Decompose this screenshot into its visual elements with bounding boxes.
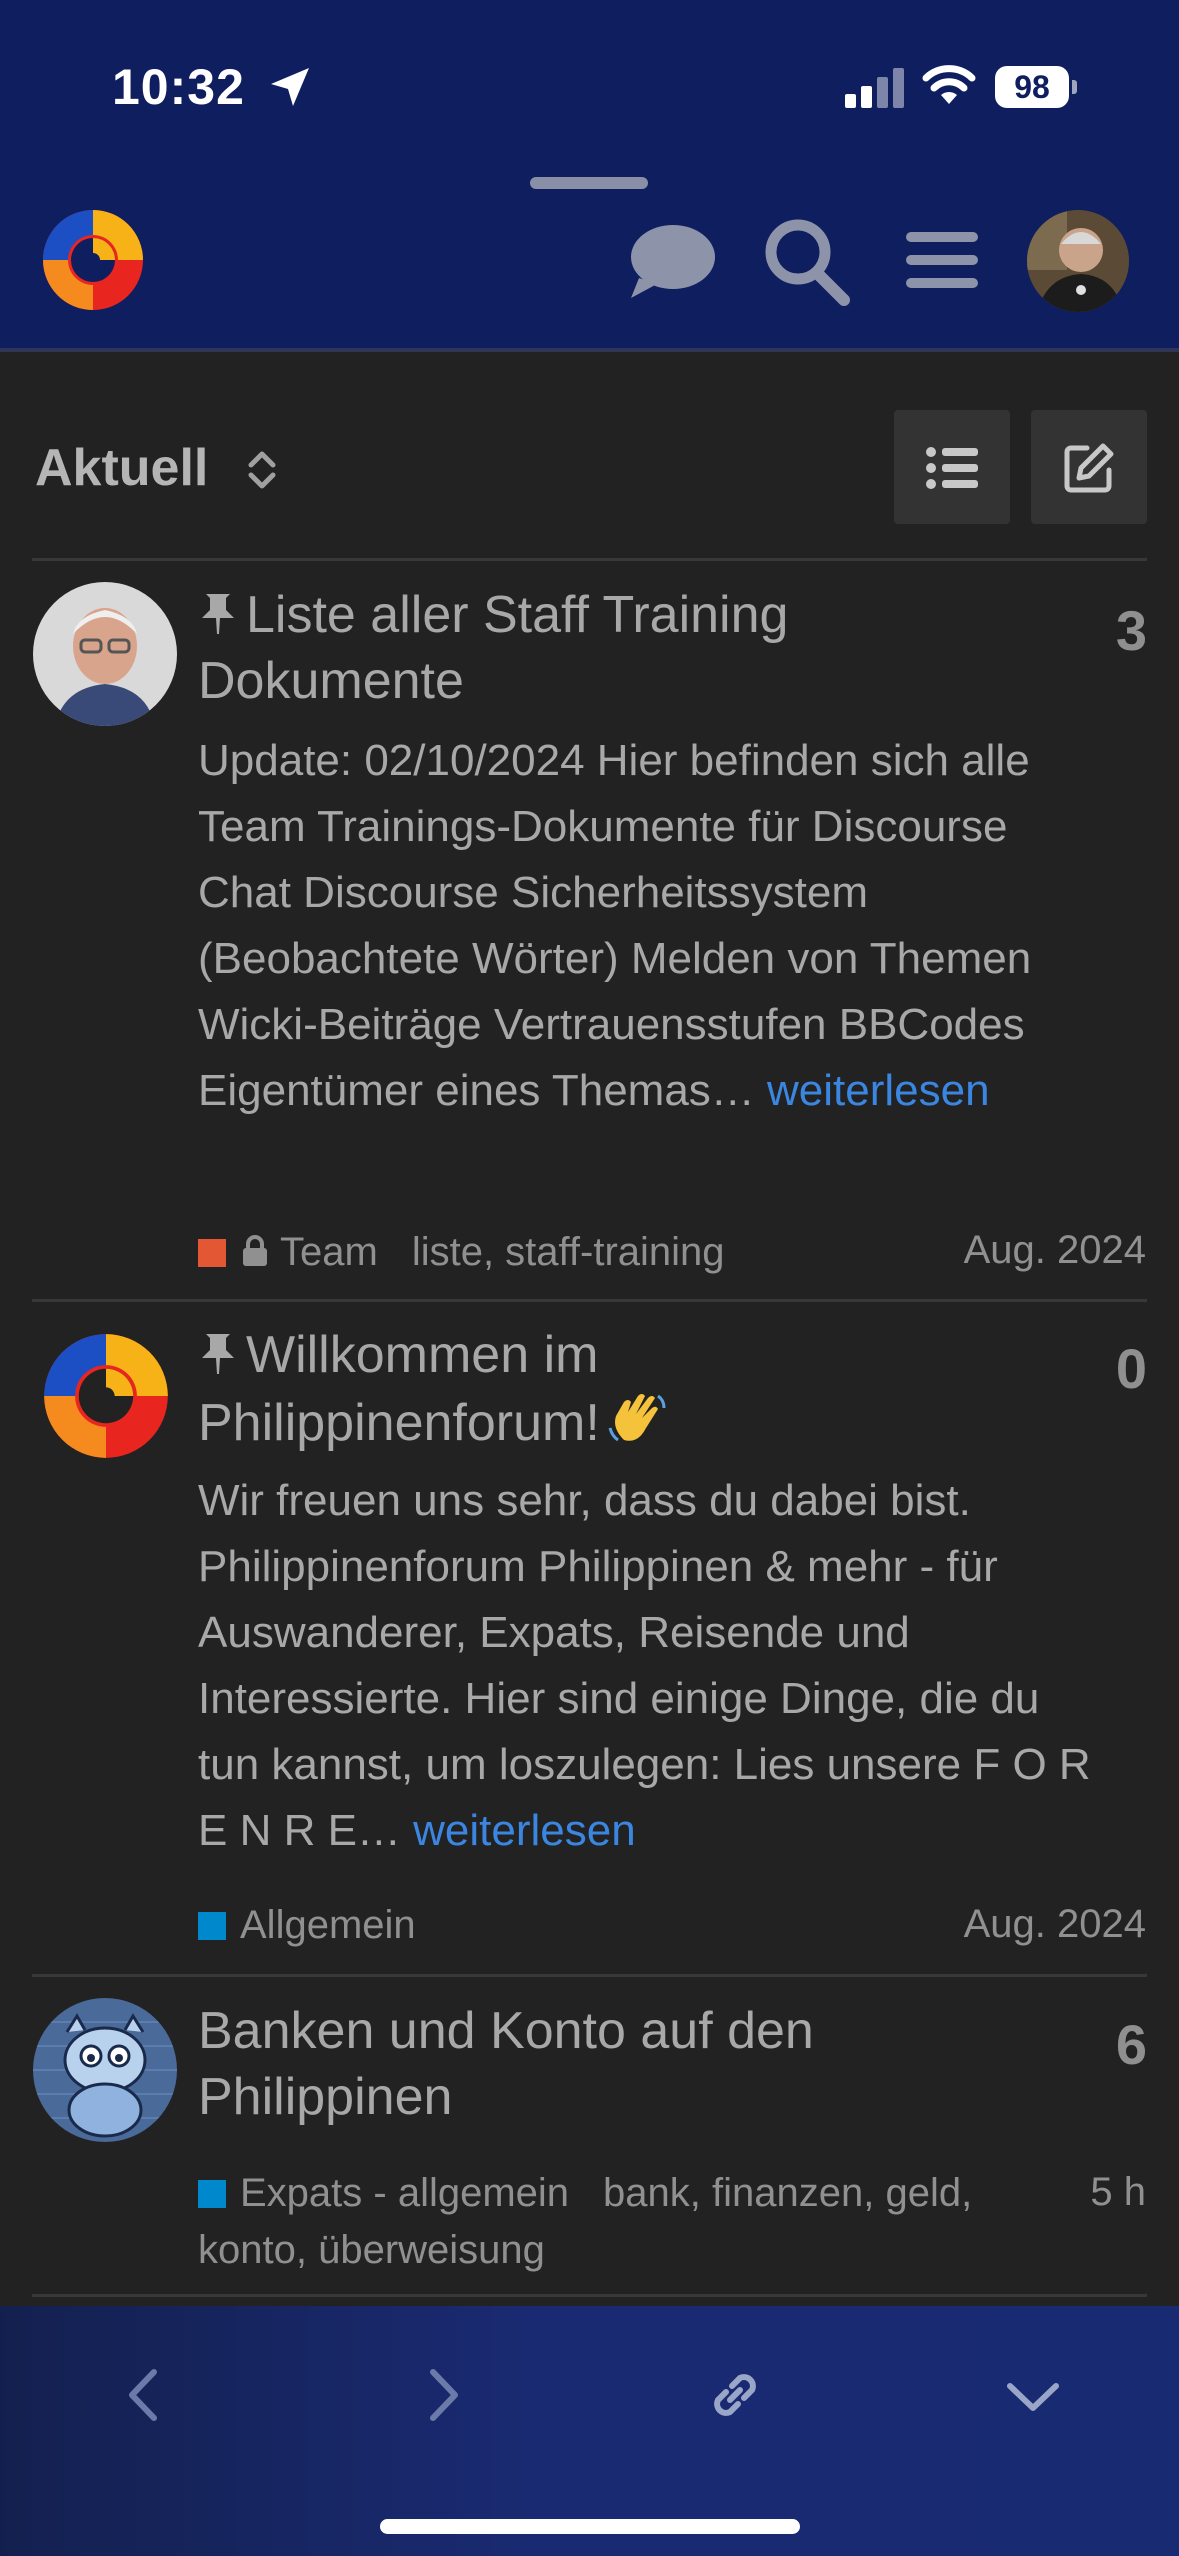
topic-author-avatar[interactable] xyxy=(33,1998,177,2142)
topic-meta: Team liste, staff-training xyxy=(198,1230,725,1275)
topic-meta: Expats - allgemein bank, finanzen, geld, xyxy=(198,2171,972,2216)
list-icon xyxy=(926,447,978,489)
search-icon[interactable] xyxy=(758,210,854,310)
forum-swirl-avatar[interactable] xyxy=(38,1328,174,1464)
category-link[interactable]: Expats - allgemein xyxy=(240,2171,569,2215)
category-link[interactable]: Team xyxy=(280,1230,378,1274)
home-indicator[interactable] xyxy=(380,2519,800,2534)
category-color-badge xyxy=(198,1912,226,1940)
list-divider xyxy=(32,1974,1147,1977)
edit-icon xyxy=(1064,443,1114,493)
category-link[interactable]: Allgemein xyxy=(240,1903,416,1947)
user-avatar-image xyxy=(1027,210,1129,312)
app-header xyxy=(0,0,1179,350)
battery-tip xyxy=(1072,80,1077,94)
chat-bubble-icon[interactable] xyxy=(625,210,717,310)
category-color-badge xyxy=(198,1239,226,1267)
topic-tags[interactable]: bank, finanzen, geld, xyxy=(603,2171,972,2215)
user-avatar[interactable] xyxy=(1027,210,1129,312)
share-link-icon[interactable] xyxy=(698,2358,772,2432)
read-more-link[interactable]: weiterlesen xyxy=(413,1806,636,1855)
topic-excerpt: Wir freuen uns sehr, dass du dabei bist.… xyxy=(198,1468,1098,1864)
hamburger-menu-icon[interactable] xyxy=(902,210,982,310)
reply-count[interactable]: 3 xyxy=(1116,598,1147,663)
topic-title-text: Willkommen im Philippinenforum! xyxy=(198,1326,600,1452)
avatar-image xyxy=(33,582,177,726)
new-topic-button[interactable] xyxy=(1031,410,1147,524)
activity-date[interactable]: 5 h xyxy=(1090,2170,1146,2215)
topic-title-text: Banken und Konto auf den Philippinen xyxy=(198,2002,814,2126)
collapse-chevron-down-icon[interactable] xyxy=(996,2358,1070,2432)
topic-list-button[interactable] xyxy=(894,410,1010,524)
cellular-signal-icon xyxy=(845,68,904,108)
location-arrow-icon xyxy=(271,68,309,106)
pin-icon xyxy=(202,594,234,634)
list-divider xyxy=(32,558,1147,561)
forward-chevron-icon[interactable] xyxy=(405,2358,479,2432)
wifi-icon xyxy=(922,65,976,104)
status-time: 10:32 xyxy=(112,59,245,115)
waving-hand-emoji-icon xyxy=(608,1394,666,1442)
activity-date[interactable]: Aug. 2024 xyxy=(964,1228,1146,1273)
sort-chevrons-icon[interactable] xyxy=(243,445,281,495)
header-border xyxy=(0,348,1179,352)
list-divider xyxy=(32,1299,1147,1302)
pin-icon xyxy=(202,1334,234,1374)
topic-tags-continued[interactable]: konto, überweisung xyxy=(198,2228,545,2273)
topic-title[interactable]: Banken und Konto auf den Philippinen xyxy=(198,1998,898,2130)
topic-title-text: Liste aller Staff Training Dokumente xyxy=(198,586,789,710)
reply-count[interactable]: 0 xyxy=(1116,1336,1147,1401)
topic-title[interactable]: Liste aller Staff Training Dokumente xyxy=(198,582,898,714)
topic-meta: Allgemein xyxy=(198,1903,416,1948)
topic-excerpt: Update: 02/10/2024 Hier befinden sich al… xyxy=(198,728,1098,1124)
excerpt-text: Update: 02/10/2024 Hier befinden sich al… xyxy=(198,736,1032,1115)
category-color-badge xyxy=(198,2180,226,2208)
read-more-link[interactable]: weiterlesen xyxy=(767,1066,990,1115)
avatar-image xyxy=(33,1998,177,2142)
battery-indicator: 98 xyxy=(995,66,1077,108)
topic-title[interactable]: Willkommen im Philippinenforum! xyxy=(198,1322,898,1456)
lock-icon xyxy=(243,1235,267,1266)
topic-tags[interactable]: liste, staff-training xyxy=(412,1230,725,1274)
battery-level: 98 xyxy=(995,66,1069,108)
topic-author-avatar[interactable] xyxy=(33,582,177,726)
back-chevron-icon[interactable] xyxy=(108,2358,182,2432)
list-divider xyxy=(32,2294,1147,2297)
forum-swirl-logo[interactable] xyxy=(38,205,148,315)
filter-dropdown-label[interactable]: Aktuell xyxy=(35,438,208,498)
activity-date[interactable]: Aug. 2024 xyxy=(964,1902,1146,1947)
sheet-grab-handle[interactable] xyxy=(530,177,648,189)
reply-count[interactable]: 6 xyxy=(1116,2012,1147,2077)
excerpt-text: Wir freuen uns sehr, dass du dabei bist.… xyxy=(198,1476,1091,1855)
